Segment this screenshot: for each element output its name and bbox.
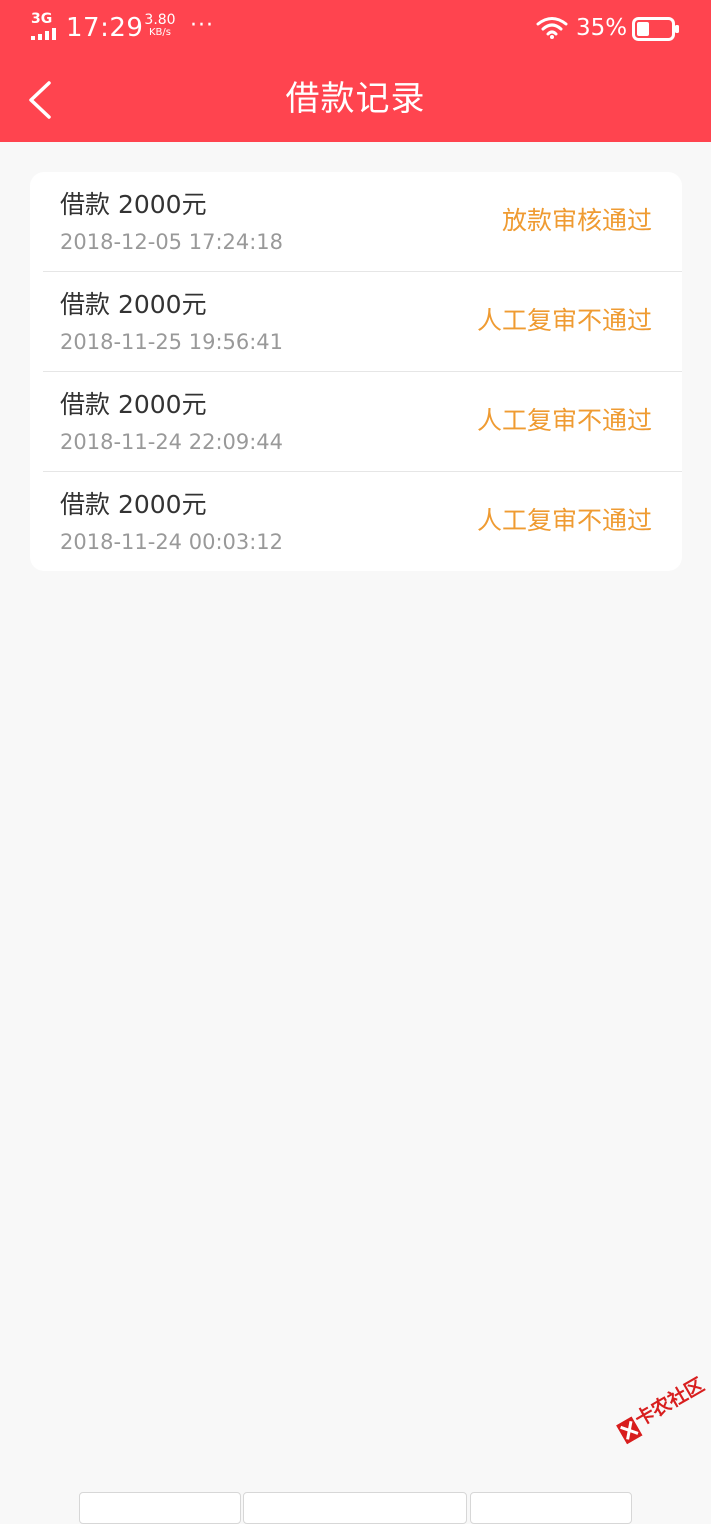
network-speed-unit: KB/s: [149, 27, 171, 38]
network-speed: 3.80 KB/s: [140, 13, 180, 38]
bottom-tab-right[interactable]: [470, 1492, 632, 1524]
bottom-tab-middle[interactable]: [243, 1492, 467, 1524]
loan-amount: 借款 2000元: [60, 290, 207, 319]
loan-time: 2018-11-24 00:03:12: [60, 530, 284, 554]
loan-status: 人工复审不通过: [476, 406, 652, 435]
loan-status: 放款审核通过: [501, 206, 652, 235]
header: 3G 17:29 3.80 KB/s ··· 35% 借款记录: [0, 0, 711, 142]
network-type: 3G: [31, 11, 53, 27]
battery-level-fill: [637, 22, 649, 36]
bottom-tab-left[interactable]: [79, 1492, 241, 1524]
loan-record-item[interactable]: 借款 2000元 2018-11-24 00:03:12 人工复审不通过: [43, 472, 682, 571]
loan-amount: 借款 2000元: [60, 490, 207, 519]
loan-status: 人工复审不通过: [476, 306, 652, 335]
loan-record-list: 借款 2000元 2018-12-05 17:24:18 放款审核通过 借款 2…: [30, 172, 682, 571]
battery-icon: [632, 17, 679, 41]
loan-record-item[interactable]: 借款 2000元 2018-11-24 22:09:44 人工复审不通过: [43, 372, 682, 472]
status-bar: 3G 17:29 3.80 KB/s ··· 35%: [0, 0, 711, 58]
wifi-icon: [536, 17, 568, 39]
loan-status: 人工复审不通过: [476, 506, 652, 535]
loan-record-item[interactable]: 借款 2000元 2018-12-05 17:24:18 放款审核通过: [43, 172, 682, 272]
loan-amount: 借款 2000元: [60, 190, 207, 219]
loan-time: 2018-12-05 17:24:18: [60, 230, 284, 254]
loan-record-item[interactable]: 借款 2000元 2018-11-25 19:56:41 人工复审不通过: [43, 272, 682, 372]
loan-time: 2018-11-24 22:09:44: [60, 430, 284, 454]
more-notifications-icon: ···: [190, 13, 214, 38]
nav-bar: 借款记录: [0, 58, 711, 142]
network-indicator: 3G: [31, 12, 61, 40]
watermark-text: 卡农社区: [631, 1373, 709, 1431]
signal-icon: [31, 28, 56, 40]
battery-percent: 35%: [576, 15, 628, 41]
loan-time: 2018-11-25 19:56:41: [60, 330, 284, 354]
network-speed-value: 3.80: [144, 12, 176, 28]
status-time: 17:29: [66, 13, 144, 43]
loan-amount: 借款 2000元: [60, 390, 207, 419]
page-title: 借款记录: [285, 79, 426, 119]
watermark: 卡农社区: [606, 1355, 711, 1460]
